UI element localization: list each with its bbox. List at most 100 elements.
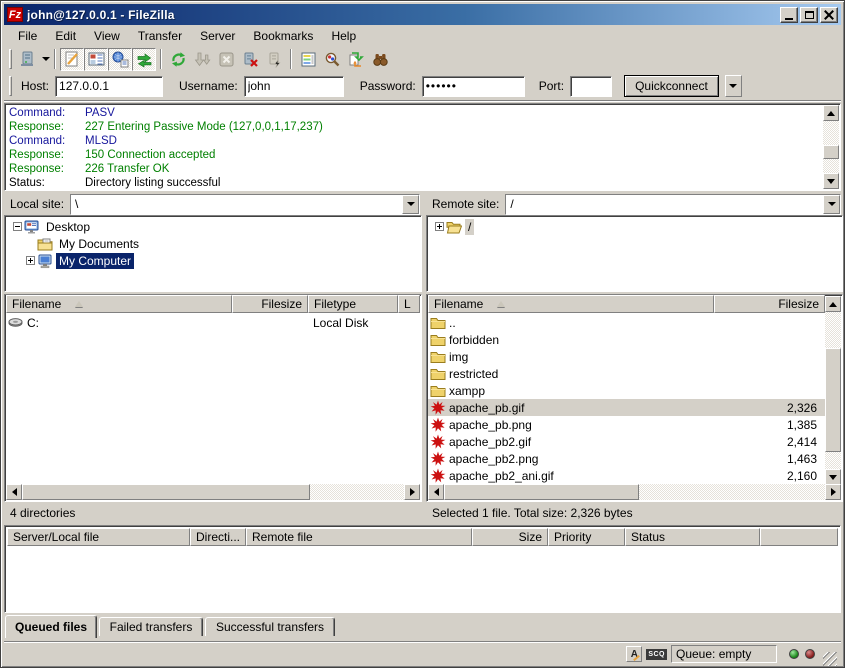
toggle-transfer-queue-button[interactable]: [132, 48, 156, 71]
menu-transfer[interactable]: Transfer: [129, 27, 191, 45]
message-log-content[interactable]: Command:PASV Response:227 Entering Passi…: [5, 104, 824, 190]
scrollbar-thumb[interactable]: [444, 484, 639, 500]
log-scrollbar[interactable]: [823, 105, 839, 189]
local-site-dropdown[interactable]: [402, 195, 419, 214]
queue-body[interactable]: [7, 547, 838, 610]
column-header-server-local-file[interactable]: Server/Local file: [7, 528, 190, 546]
remote-file-row[interactable]: xampp: [428, 382, 825, 399]
minimize-icon: [785, 18, 793, 20]
remote-file-row[interactable]: img: [428, 348, 825, 365]
resize-grip[interactable]: [823, 652, 837, 666]
tab-failed-transfers[interactable]: Failed transfers: [99, 617, 203, 636]
tree-item-root[interactable]: /: [427, 218, 842, 235]
quickconnect-dropdown[interactable]: [725, 75, 742, 97]
toggle-remote-tree-button[interactable]: [108, 48, 132, 71]
process-queue-button[interactable]: [190, 48, 214, 71]
host-input[interactable]: [55, 76, 163, 97]
remote-file-row-selected[interactable]: apache_pb.gif 2,326: [428, 399, 825, 416]
menu-edit[interactable]: Edit: [46, 27, 85, 45]
menu-bookmarks[interactable]: Bookmarks: [244, 27, 322, 45]
tab-successful-transfers[interactable]: Successful transfers: [205, 617, 335, 636]
disconnect-button[interactable]: [238, 48, 262, 71]
toolbar-grip[interactable]: [9, 49, 12, 69]
tree-item-my-computer[interactable]: My Computer: [5, 252, 421, 269]
indicator-badge[interactable]: SCQ: [646, 649, 667, 660]
panel-splitter[interactable]: [422, 193, 426, 524]
local-file-row[interactable]: C: Local Disk: [6, 314, 420, 331]
remote-file-row[interactable]: forbidden: [428, 331, 825, 348]
port-input[interactable]: [570, 76, 612, 97]
find-files-button[interactable]: [368, 48, 392, 71]
remote-file-row[interactable]: apache_pb2_ani.gif 2,160: [428, 467, 825, 484]
column-header-direction[interactable]: Directi...: [190, 528, 246, 546]
scroll-up-button[interactable]: [825, 296, 841, 312]
remote-site-value[interactable]: /: [506, 195, 823, 214]
title-bar[interactable]: Fz john@127.0.0.1 - FileZilla: [4, 4, 841, 25]
tree-item-my-documents[interactable]: My Documents: [5, 235, 421, 252]
menu-server[interactable]: Server: [191, 27, 244, 45]
column-header-lastmodified[interactable]: L: [398, 295, 420, 313]
menu-help[interactable]: Help: [322, 27, 365, 45]
scroll-right-button[interactable]: [404, 484, 420, 500]
reconnect-button[interactable]: [262, 48, 286, 71]
toggle-local-tree-button[interactable]: [84, 48, 108, 71]
folder-icon: [430, 315, 446, 331]
site-manager-button[interactable]: [15, 48, 39, 71]
remote-site-dropdown[interactable]: [823, 195, 840, 214]
local-hscrollbar[interactable]: [6, 484, 420, 500]
log-line: Response:150 Connection accepted: [9, 148, 820, 162]
column-header-filename[interactable]: Filename: [6, 295, 232, 313]
expand-icon[interactable]: [435, 222, 444, 231]
scroll-up-button[interactable]: [823, 105, 839, 121]
site-manager-dropdown[interactable]: [42, 57, 50, 61]
remote-file-row[interactable]: ..: [428, 314, 825, 331]
remote-file-row[interactable]: apache_pb2.gif 2,414: [428, 433, 825, 450]
scrollbar-thumb[interactable]: [22, 484, 310, 500]
password-input[interactable]: [422, 76, 525, 97]
tree-item-desktop[interactable]: Desktop: [5, 218, 421, 235]
directory-comparison-button[interactable]: [320, 48, 344, 71]
refresh-button[interactable]: [166, 48, 190, 71]
scroll-left-button[interactable]: [6, 484, 22, 500]
scrollbar-thumb[interactable]: [823, 145, 839, 159]
column-header-status[interactable]: Status: [625, 528, 760, 546]
synchronized-browsing-button[interactable]: [344, 48, 368, 71]
menu-file[interactable]: File: [9, 27, 46, 45]
scroll-left-button[interactable]: [428, 484, 444, 500]
minimize-button[interactable]: [780, 7, 798, 23]
directory-filter-button[interactable]: [296, 48, 320, 71]
cancel-button[interactable]: [214, 48, 238, 71]
column-header-filetype[interactable]: Filetype: [308, 295, 398, 313]
column-header-priority[interactable]: Priority: [548, 528, 625, 546]
scroll-down-button[interactable]: [825, 469, 841, 485]
scroll-right-button[interactable]: [825, 484, 841, 500]
close-button[interactable]: [820, 7, 838, 23]
remote-vscrollbar[interactable]: [825, 296, 841, 485]
remote-file-row[interactable]: apache_pb2.png 1,463: [428, 450, 825, 467]
tab-queued-files[interactable]: Queued files: [5, 615, 97, 638]
column-header-filesize[interactable]: Filesize: [232, 295, 308, 313]
scroll-down-button[interactable]: [823, 173, 839, 189]
column-header-blank[interactable]: [760, 528, 838, 546]
column-header-size[interactable]: Size: [472, 528, 548, 546]
remote-hscrollbar[interactable]: [428, 484, 841, 500]
remote-file-row[interactable]: apache_pb.png 1,385: [428, 416, 825, 433]
username-input[interactable]: [244, 76, 344, 97]
quickconnect-button[interactable]: Quickconnect: [624, 75, 719, 97]
column-header-remote-file[interactable]: Remote file: [246, 528, 472, 546]
menu-view[interactable]: View: [85, 27, 129, 45]
collapse-icon[interactable]: [13, 222, 22, 231]
maximize-button[interactable]: [800, 7, 818, 23]
remote-file-row[interactable]: restricted: [428, 365, 825, 382]
column-header-filesize[interactable]: Filesize: [714, 295, 825, 313]
column-header-filename[interactable]: Filename: [428, 295, 714, 313]
activity-led-red: [805, 649, 815, 659]
local-site-value[interactable]: \: [71, 195, 402, 214]
expand-icon[interactable]: [26, 256, 35, 265]
remote-site-combo[interactable]: /: [505, 194, 841, 215]
transfer-type-indicator[interactable]: A: [626, 646, 642, 662]
scrollbar-thumb[interactable]: [825, 348, 841, 452]
local-site-combo[interactable]: \: [70, 194, 420, 215]
toggle-message-log-button[interactable]: [60, 48, 84, 71]
quickconnect-grip[interactable]: [9, 76, 12, 96]
